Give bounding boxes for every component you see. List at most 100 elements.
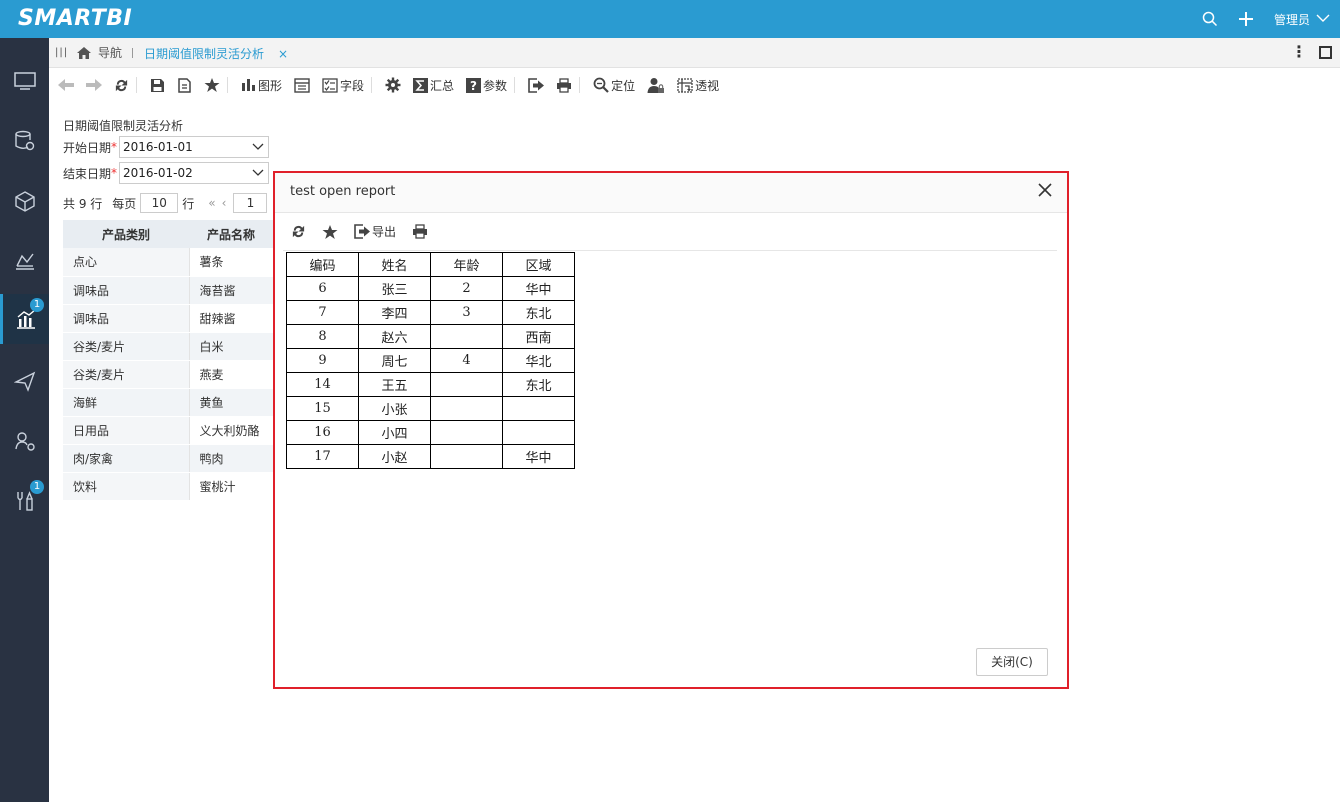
dialog-print-button[interactable] [412, 224, 428, 239]
forward-button[interactable] [86, 79, 102, 91]
start-date-select[interactable]: 2016-01-01 [119, 136, 270, 158]
bar-chart-icon [242, 79, 255, 91]
prev-page-icon[interactable]: ‹ [222, 196, 227, 210]
close-icon[interactable] [1037, 182, 1053, 198]
grid-cell: 周七 [358, 348, 431, 373]
left-nav: 1 1 [0, 38, 49, 802]
table-row: 谷类/麦片 燕麦 [63, 360, 273, 389]
nav-analysis[interactable]: 1 [0, 294, 49, 344]
table-style-button[interactable] [294, 77, 310, 93]
chart-button[interactable]: 图形 [241, 77, 282, 94]
nav-data[interactable] [0, 116, 49, 166]
user-menu[interactable]: 管理员 [1274, 11, 1330, 28]
grid-cell: 赵六 [358, 324, 431, 349]
table-layout-icon [294, 77, 310, 93]
table-row: 饮料 蜜桃汁 [63, 472, 273, 501]
end-date-select[interactable]: 2016-01-02 [119, 162, 270, 184]
end-date-label: 结束日期 [63, 166, 112, 181]
param-button[interactable]: ? 参数 [466, 77, 507, 94]
header-actions: 管理员 [1202, 0, 1340, 38]
grid-cell: 西南 [502, 324, 575, 349]
more-vertical-icon[interactable]: ⋮ [1291, 44, 1307, 60]
grid-cell: 2 [430, 276, 503, 301]
table-cell: 谷类/麦片 [63, 332, 189, 361]
svg-text:?: ? [470, 79, 477, 93]
chart-label: 图形 [258, 78, 283, 93]
add-icon[interactable] [1238, 11, 1254, 27]
field-list-icon [322, 77, 338, 93]
table-cell: 谷类/麦片 [63, 360, 189, 389]
table-cell: 义大利奶酪 [188, 416, 273, 445]
maximize-icon[interactable] [1319, 45, 1332, 59]
toolbar-divider [136, 77, 137, 93]
dialog-export-label: 导出 [372, 225, 397, 239]
export-icon [354, 224, 370, 239]
dialog-title: test open report [290, 184, 396, 199]
dialog-export-button[interactable]: 导出 [354, 223, 396, 240]
settings-button[interactable] [385, 77, 401, 93]
page-size-input[interactable]: 10 [140, 193, 179, 213]
export-icon [528, 77, 545, 93]
page-number-input[interactable]: 1 [233, 193, 268, 213]
nav-model[interactable] [0, 176, 49, 226]
tab-actions: ⋮ [1291, 44, 1332, 60]
refresh-button[interactable] [114, 78, 129, 93]
dialog-favorite-button[interactable] [322, 224, 338, 240]
tab-bar: ||| 导航 日期阈值限制灵活分析 × ⋮ [49, 38, 1340, 68]
pivot-label: 透视 [695, 78, 720, 93]
grid-row: 15 小张 [286, 396, 575, 421]
home-icon [77, 46, 91, 59]
print-icon [413, 224, 428, 239]
nav-users[interactable] [0, 416, 49, 466]
column-header[interactable]: 产品名称 [189, 220, 273, 248]
grid-cell: 华中 [502, 276, 575, 301]
table-row: 调味品 海苔酱 [63, 276, 273, 305]
table-row: 日用品 义大利奶酪 [63, 416, 273, 445]
toolbar-divider [579, 77, 581, 93]
field-button[interactable]: 字段 [322, 77, 364, 94]
nav-tools[interactable]: 1 [0, 476, 49, 526]
locate-button[interactable]: 定位 [593, 77, 635, 94]
nav-publish[interactable] [0, 356, 49, 406]
print-button[interactable] [556, 77, 572, 93]
grid-row: 7 李四 3 东北 [286, 300, 575, 325]
send-icon [13, 371, 35, 392]
table-cell: 蜜桃汁 [188, 472, 273, 501]
grid-cell: 6 [286, 276, 359, 301]
favorite-button[interactable] [204, 77, 220, 93]
required-mark: * [111, 166, 118, 180]
table-cell: 甜辣酱 [188, 304, 273, 333]
pivot-button[interactable]: 透视 [677, 77, 719, 94]
column-header[interactable]: 产品类别 [63, 220, 189, 248]
tab-active-report[interactable]: 日期阈值限制灵活分析 × [144, 45, 288, 62]
save-button[interactable] [150, 78, 165, 93]
save-icon [151, 78, 164, 92]
tab-navigation[interactable]: 导航 [76, 44, 122, 61]
menu-toggle-icon[interactable]: ||| [55, 47, 68, 58]
start-date-label: 开始日期 [63, 140, 112, 155]
user-filter-button[interactable] [647, 77, 665, 94]
arrow-right-icon [86, 79, 102, 91]
dialog-report-grid: 编码 姓名 年龄 区域 6 张三 2 华中 7 李四 3 东北 8 赵六 西南 9 周七 4 华北 1… [286, 252, 575, 469]
nav-desktop[interactable] [0, 56, 49, 106]
tab-close-icon[interactable]: × [278, 47, 288, 61]
nav-mining[interactable] [0, 236, 49, 286]
table-cell: 鸭肉 [188, 444, 273, 473]
first-page-icon[interactable]: « [208, 196, 215, 210]
start-date-value: 2016-01-01 [123, 140, 193, 154]
grid-cell: 17 [286, 444, 359, 469]
summary-button[interactable]: 汇总 [413, 77, 454, 94]
dialog-refresh-button[interactable] [291, 224, 306, 239]
smartbi-logo[interactable]: SMARTBI [18, 6, 132, 31]
back-button[interactable] [58, 79, 74, 91]
top-header: SMARTBI 管理员 [0, 0, 1340, 38]
grid-header-row: 编码 姓名 年龄 区域 [286, 252, 575, 277]
chevron-down-icon [1316, 12, 1330, 26]
export-button[interactable] [528, 77, 545, 93]
grid-cell: 14 [286, 372, 359, 397]
search-icon[interactable] [1202, 11, 1218, 27]
report-toolbar: 图形 字段 汇总 ? 参数 定位 透视 [49, 72, 722, 98]
close-button[interactable]: 关闭(C) [976, 648, 1048, 676]
table-cell: 调味品 [63, 304, 189, 333]
save-as-button[interactable] [177, 77, 192, 93]
